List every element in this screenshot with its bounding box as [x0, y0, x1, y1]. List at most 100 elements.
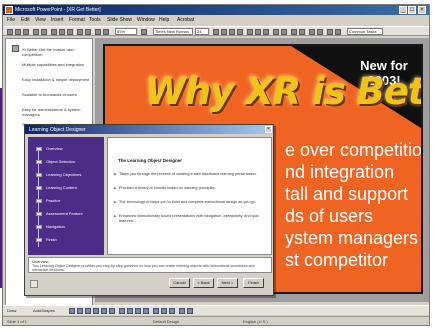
menu-help[interactable]: Help — [159, 17, 169, 23]
powerpoint-app-icon — [5, 6, 13, 14]
menu-acrobat[interactable]: Acrobat — [177, 17, 194, 23]
menu-bar: File Edit View Insert Format Tools Slide… — [3, 16, 429, 24]
outline-item[interactable]: Easy installation & simple deployment — [22, 77, 92, 82]
wizard-step[interactable]: Finish — [34, 236, 102, 244]
increase-font-icon[interactable] — [291, 29, 297, 35]
clipart-icon[interactable] — [119, 308, 125, 314]
slide-bullet: st competitor — [285, 250, 389, 270]
wizard-step[interactable]: Learning Objectives — [34, 171, 102, 179]
wizard-heading: The Learning Object Designer — [118, 158, 183, 163]
menu-insert[interactable]: Insert — [51, 17, 64, 23]
outline-item[interactable]: Xr Better Get the market user competitio… — [22, 47, 92, 57]
font-color-draw-icon[interactable] — [143, 308, 149, 314]
fill-color-icon[interactable] — [127, 308, 133, 314]
line-icon[interactable] — [69, 308, 75, 314]
shadow-draw-icon[interactable] — [179, 308, 185, 314]
insert-table-icon[interactable] — [103, 29, 109, 35]
wizard-step[interactable]: Assessment Feature — [34, 210, 102, 218]
finish-button[interactable]: Finish — [243, 278, 264, 288]
zoom-combo[interactable]: 55% — [115, 28, 137, 35]
outline-item[interactable]: Scalable to thousands of users — [22, 92, 92, 97]
back-button[interactable]: < Back — [193, 278, 214, 288]
cut-icon[interactable] — [51, 29, 57, 35]
menu-tools[interactable]: Tools — [89, 17, 101, 23]
wizard-step[interactable]: Practice — [34, 197, 102, 205]
spelling-icon[interactable] — [41, 29, 47, 35]
outline-item[interactable]: Multiple capabilities and integration — [22, 62, 92, 67]
arrow-style-icon[interactable] — [169, 308, 175, 314]
common-tasks-combo[interactable]: Common Tasks — [347, 28, 383, 35]
new-icon[interactable] — [7, 29, 13, 35]
step-icon — [36, 186, 42, 190]
menu-file[interactable]: File — [7, 17, 15, 23]
wizard-step[interactable]: Learning Content — [34, 184, 102, 192]
arrow-icon[interactable] — [77, 308, 83, 314]
promote-icon[interactable] — [309, 29, 315, 35]
step-icon — [36, 160, 42, 164]
font-size-combo[interactable]: 24 — [195, 28, 209, 35]
numbering-icon[interactable] — [273, 29, 279, 35]
wizard-step-label: Assessment Feature — [46, 211, 83, 216]
maximize-button[interactable]: □ — [408, 6, 416, 14]
wizard-paragraph: The technology of helps you to build and… — [114, 200, 269, 205]
animation-icon[interactable] — [327, 29, 333, 35]
3d-icon[interactable] — [187, 308, 193, 314]
line-style-icon[interactable] — [153, 308, 159, 314]
line-color-icon[interactable] — [135, 308, 141, 314]
step-icon — [36, 173, 42, 177]
menu-window[interactable]: Window — [137, 17, 155, 23]
underline-icon[interactable] — [229, 29, 235, 35]
align-center-icon[interactable] — [255, 29, 261, 35]
cancel-button[interactable]: Cancel — [169, 278, 190, 288]
bullets-icon[interactable] — [281, 29, 287, 35]
font-name-combo[interactable]: Times New Roman — [153, 28, 193, 35]
wordart-icon[interactable] — [109, 308, 115, 314]
wizard-step[interactable]: Overview — [34, 145, 102, 153]
shadow-icon[interactable] — [237, 29, 243, 35]
insert-chart-icon[interactable] — [95, 29, 101, 35]
help-icon[interactable] — [30, 280, 38, 288]
next-button[interactable]: Next > — [217, 278, 238, 288]
menu-edit[interactable]: Edit — [21, 17, 30, 23]
slide-bullet: e over competition — [285, 140, 423, 160]
wizard-step-label: Learning Objectives — [46, 172, 82, 177]
close-button[interactable]: × — [418, 6, 426, 14]
wizard-step-label: Object Selection — [46, 159, 76, 164]
outline-item[interactable]: Easy for administrators & system manager… — [22, 107, 92, 117]
demote-icon[interactable] — [317, 29, 323, 35]
italic-icon[interactable] — [221, 29, 227, 35]
copy-icon[interactable] — [59, 29, 65, 35]
help-icon[interactable] — [141, 29, 147, 35]
decrease-font-icon[interactable] — [299, 29, 305, 35]
autoshapes-menu[interactable]: AutoShapes — [33, 308, 55, 313]
slide-title[interactable]: Why XR is Better — [145, 72, 421, 112]
menu-slideshow[interactable]: Slide Show — [107, 17, 132, 23]
undo-icon[interactable] — [77, 29, 83, 35]
align-left-icon[interactable] — [247, 29, 253, 35]
wizard-paragraph-text: Takes you through the process of creatin… — [119, 172, 257, 176]
dialog-close-icon[interactable]: × — [265, 126, 272, 133]
minimize-button[interactable]: _ — [399, 6, 407, 14]
menu-format[interactable]: Format — [69, 17, 85, 23]
redo-icon[interactable] — [85, 29, 91, 35]
font-color-icon[interactable] — [335, 29, 341, 35]
open-icon[interactable] — [15, 29, 21, 35]
menu-view[interactable]: View — [35, 17, 46, 23]
slide-bullet: nd integration — [285, 162, 395, 182]
align-right-icon[interactable] — [263, 29, 269, 35]
wizard-step[interactable]: Object Selection — [34, 158, 102, 166]
slide-bullet: ds of users — [285, 206, 374, 226]
textbox-icon[interactable] — [101, 308, 107, 314]
dash-style-icon[interactable] — [161, 308, 167, 314]
draw-menu[interactable]: Draw — [7, 308, 16, 313]
dialog-titlebar: Learning Object Designer × — [25, 125, 273, 134]
wizard-paragraph: Enhances instructionally sound presentat… — [114, 214, 269, 223]
bold-icon[interactable] — [213, 29, 219, 35]
paste-icon[interactable] — [67, 29, 73, 35]
wizard-step[interactable]: Navigation — [34, 223, 102, 231]
oval-icon[interactable] — [93, 308, 99, 314]
save-icon[interactable] — [23, 29, 29, 35]
slide-bullet: ystem managers — [285, 228, 419, 248]
print-icon[interactable] — [33, 29, 39, 35]
rectangle-icon[interactable] — [85, 308, 91, 314]
